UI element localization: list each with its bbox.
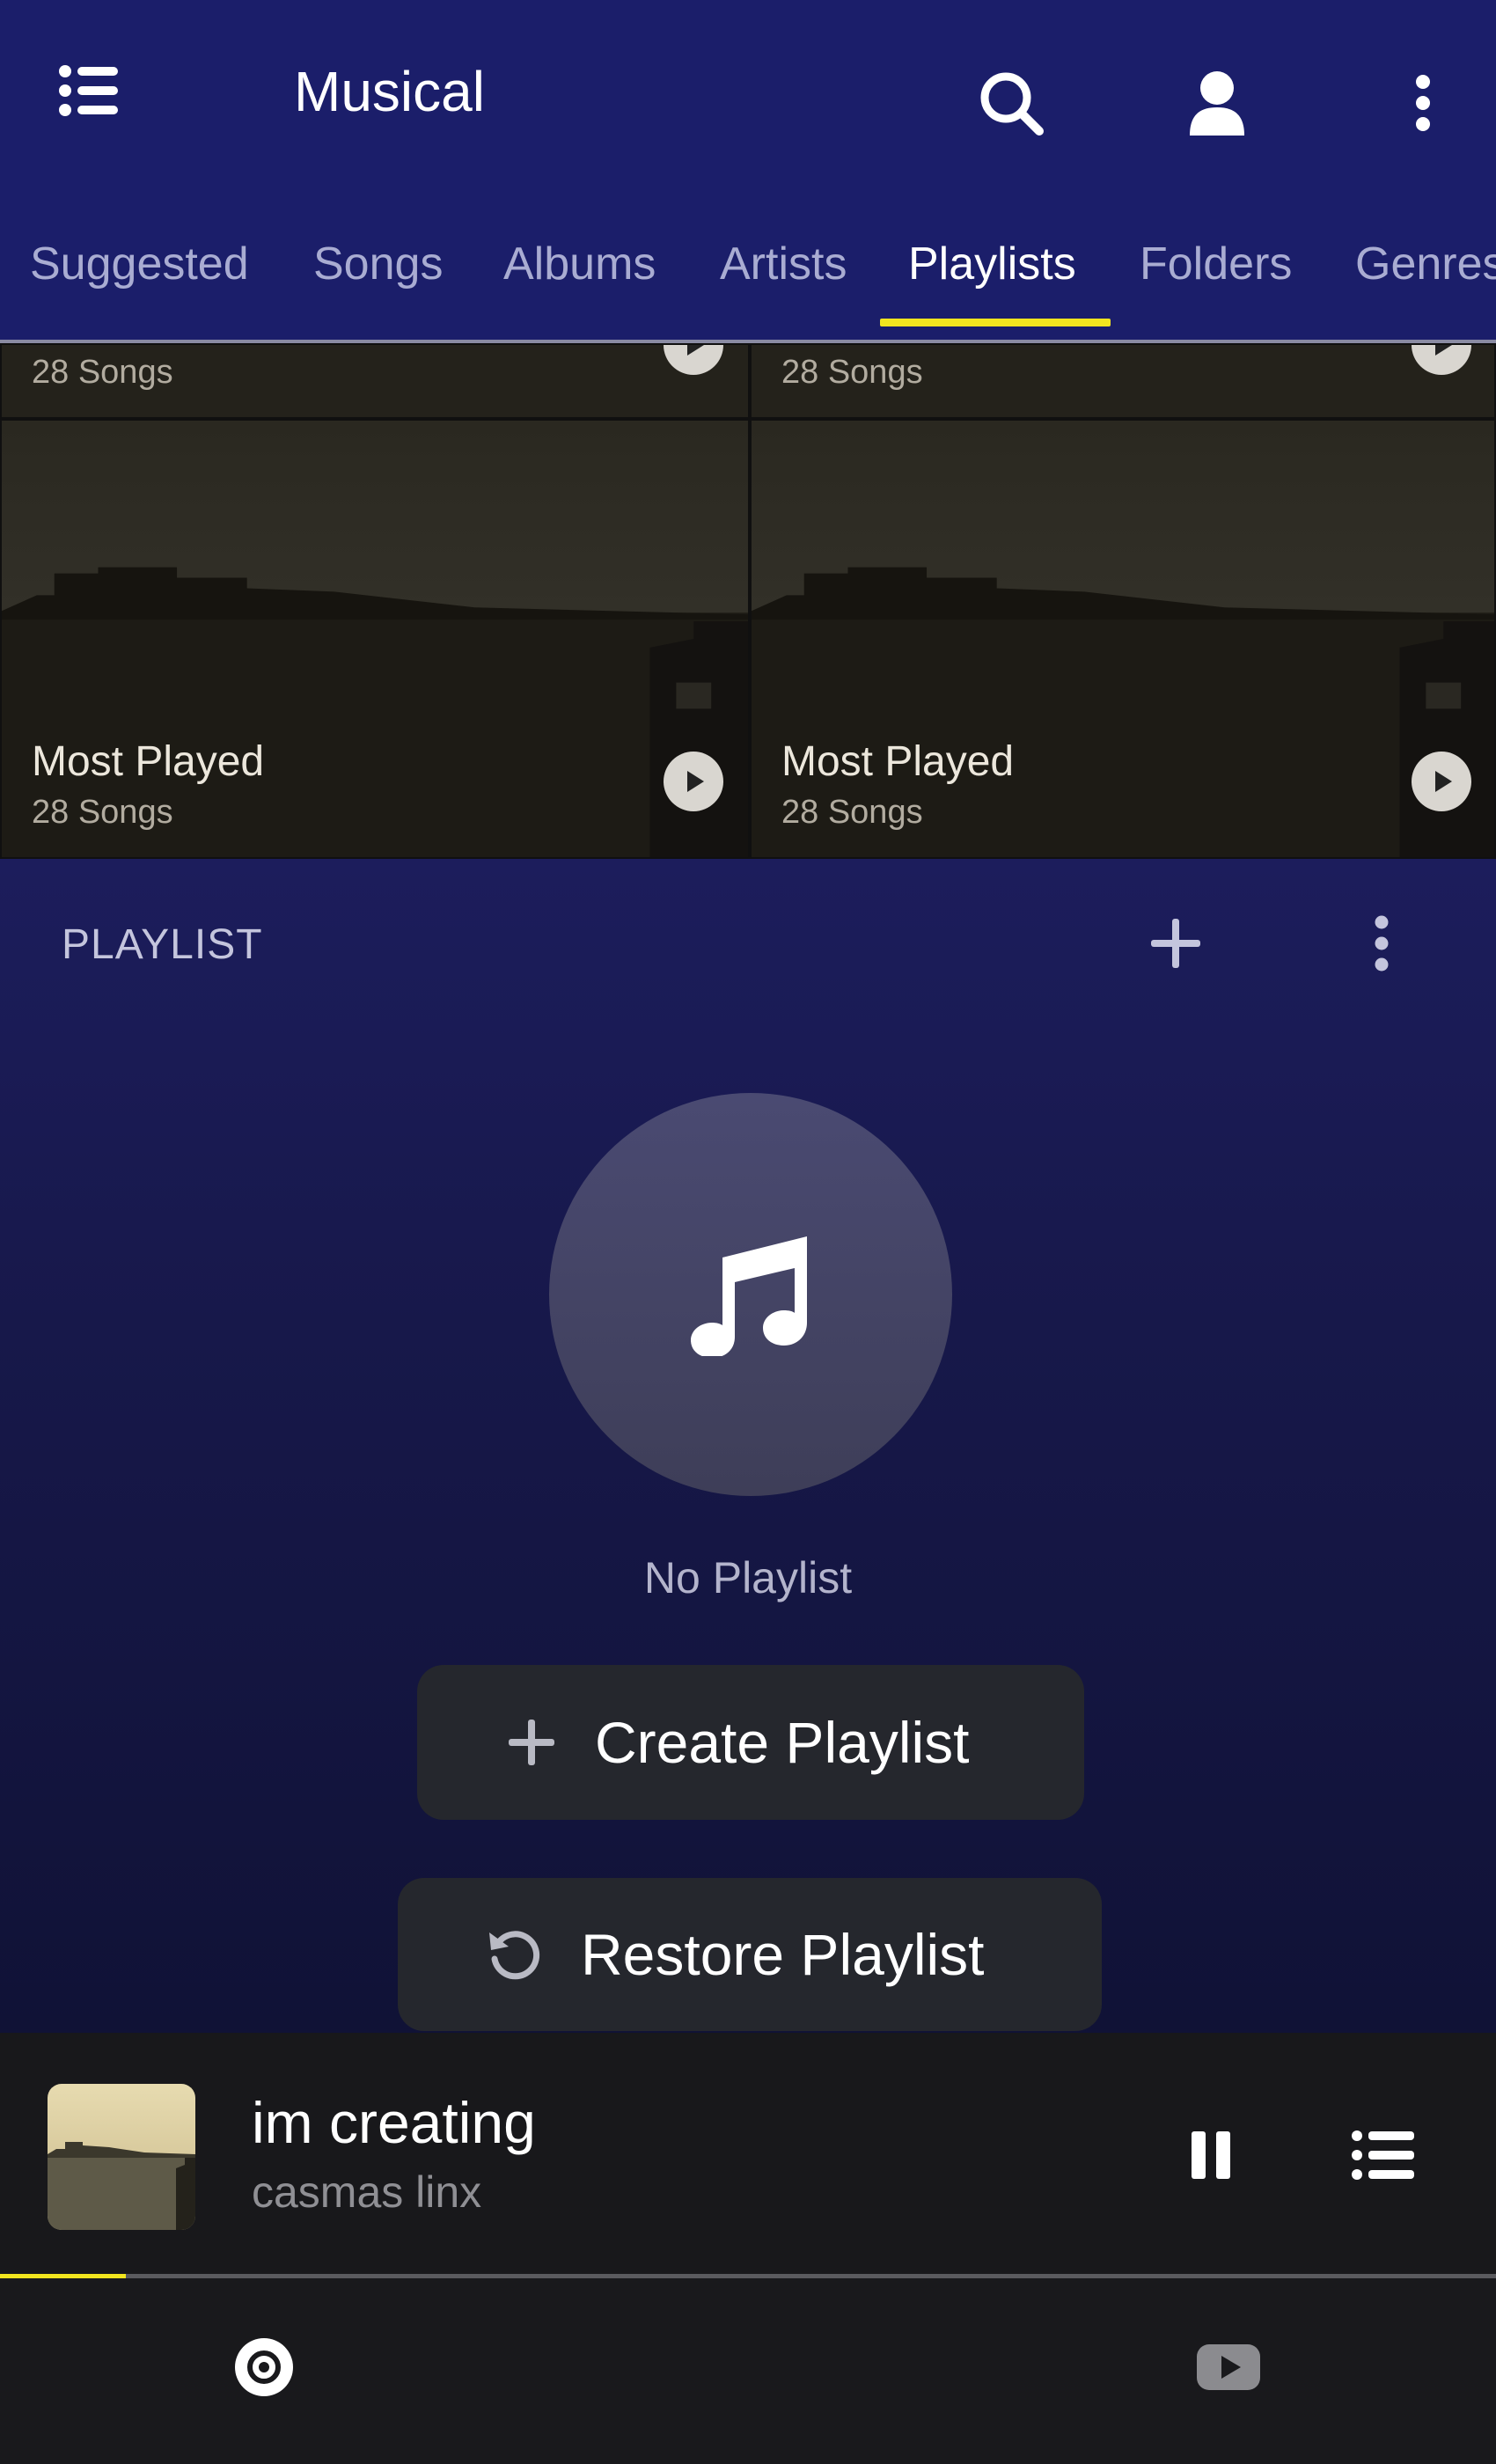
tab-suggested[interactable]: Suggested — [30, 238, 249, 290]
track-title: im creating — [252, 2090, 536, 2155]
app-title: Musical — [294, 60, 485, 123]
youtube-icon[interactable] — [1192, 2336, 1265, 2399]
song-count: 28 Songs — [781, 794, 923, 831]
playlist-artwork — [2, 421, 748, 857]
create-playlist-label: Create Playlist — [595, 1710, 970, 1775]
tab-divider — [0, 340, 1496, 343]
playback-progress-track[interactable] — [0, 2274, 1496, 2278]
more-vert-icon[interactable] — [1401, 65, 1445, 141]
tab-albums[interactable]: Albums — [503, 238, 656, 290]
search-icon[interactable] — [973, 65, 1049, 141]
album-art — [48, 2084, 195, 2230]
track-artist: casmas linx — [252, 2167, 482, 2217]
disc-icon[interactable] — [229, 2332, 299, 2402]
restore-playlist-label: Restore Playlist — [581, 1922, 985, 1987]
user-icon[interactable] — [1179, 65, 1255, 141]
song-count: 28 Songs — [32, 354, 173, 391]
play-icon[interactable] — [664, 752, 723, 811]
plus-icon — [509, 1720, 554, 1765]
playlist-name: Most Played — [32, 738, 265, 785]
playlist-card[interactable]: Most Played 28 Songs — [0, 419, 750, 859]
create-playlist-button[interactable]: Create Playlist — [417, 1665, 1084, 1820]
song-count: 28 Songs — [32, 794, 173, 831]
playlist-card[interactable]: Most Played 28 Songs — [750, 419, 1496, 859]
playback-progress-fill — [0, 2274, 126, 2278]
pause-icon[interactable] — [1184, 2124, 1237, 2186]
playlist-card[interactable]: 28 Songs — [0, 343, 750, 419]
tab-folders[interactable]: Folders — [1140, 238, 1292, 290]
tab-bar: Suggested Songs Albums Artists Playlists… — [0, 220, 1496, 334]
now-playing-bar[interactable] — [0, 2033, 1496, 2279]
play-icon[interactable] — [1412, 752, 1471, 811]
queue-icon[interactable] — [1348, 2124, 1419, 2186]
section-title: PLAYLIST — [62, 921, 263, 968]
restore-playlist-button[interactable]: Restore Playlist — [398, 1878, 1102, 2031]
plus-icon[interactable] — [1140, 908, 1211, 979]
music-note-icon — [691, 1236, 807, 1356]
restore-icon — [489, 1931, 540, 1980]
playlist-name: Most Played — [781, 738, 1015, 785]
tab-indicator — [880, 319, 1111, 326]
empty-state-illustration — [549, 1093, 952, 1496]
tab-artists[interactable]: Artists — [720, 238, 847, 290]
more-vert-icon[interactable] — [1364, 908, 1399, 979]
empty-state-text: No Playlist — [643, 1553, 853, 1602]
playlist-artwork — [752, 421, 1494, 857]
tab-playlists[interactable]: Playlists — [908, 238, 1076, 290]
tab-songs[interactable]: Songs — [313, 238, 443, 290]
song-count: 28 Songs — [781, 354, 923, 391]
menu-icon[interactable] — [53, 55, 125, 127]
tab-genres[interactable]: Genres — [1355, 238, 1496, 290]
playlist-card[interactable]: 28 Songs — [750, 343, 1496, 419]
bottom-navigation — [0, 2279, 1496, 2464]
